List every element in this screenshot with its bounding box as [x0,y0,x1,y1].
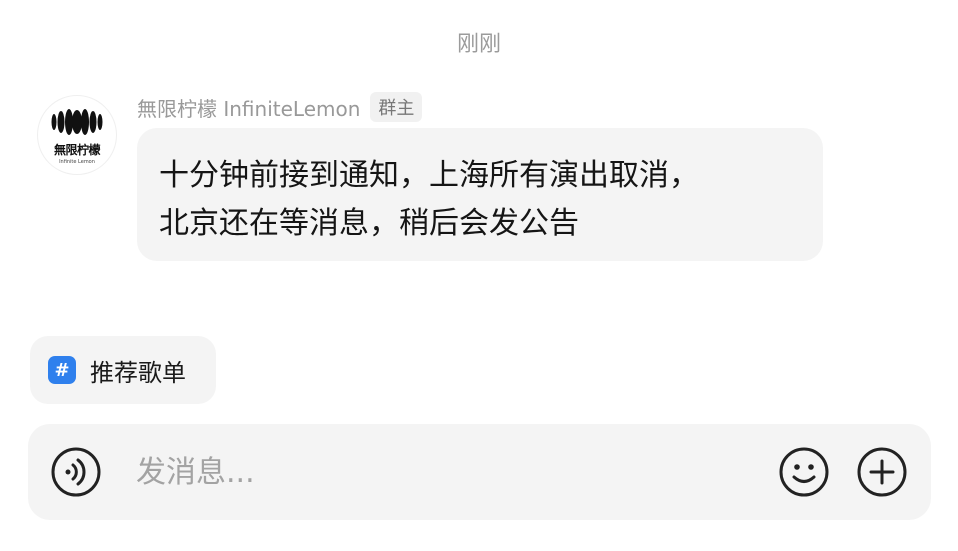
plus-icon[interactable] [856,446,908,498]
timestamp: 刚刚 [456,32,501,57]
avatar-logo-subtext: Infinite Lemon [59,159,95,165]
topic-chip-label: 推荐歌单 [90,358,186,387]
emoji-icon[interactable] [778,446,830,498]
message-input[interactable] [136,448,736,496]
message-composer [28,424,931,520]
voice-icon[interactable] [50,446,102,498]
sender-name[interactable]: 無限柠檬 InfiniteLemon [137,93,360,122]
topic-chip-recommend-playlist[interactable]: # 推荐歌单 [30,336,216,404]
message-bubble[interactable]: 十分钟前接到通知，上海所有演出取消， 北京还在等消息，稍后会发公告 [137,128,823,261]
message-text-line-1: 十分钟前接到通知，上海所有演出取消， [159,158,699,193]
hash-icon: # [48,356,76,384]
avatar-logo-text: 無限柠檬 [53,143,101,157]
sender-row: 無限柠檬 InfiniteLemon 群主 [137,92,423,122]
role-badge: 群主 [370,92,423,122]
avatar[interactable]: 無限柠檬 Infinite Lemon [37,95,117,175]
lemon-logo-icon [51,109,103,135]
message-text-line-2: 北京还在等消息，稍后会发公告 [159,206,579,241]
